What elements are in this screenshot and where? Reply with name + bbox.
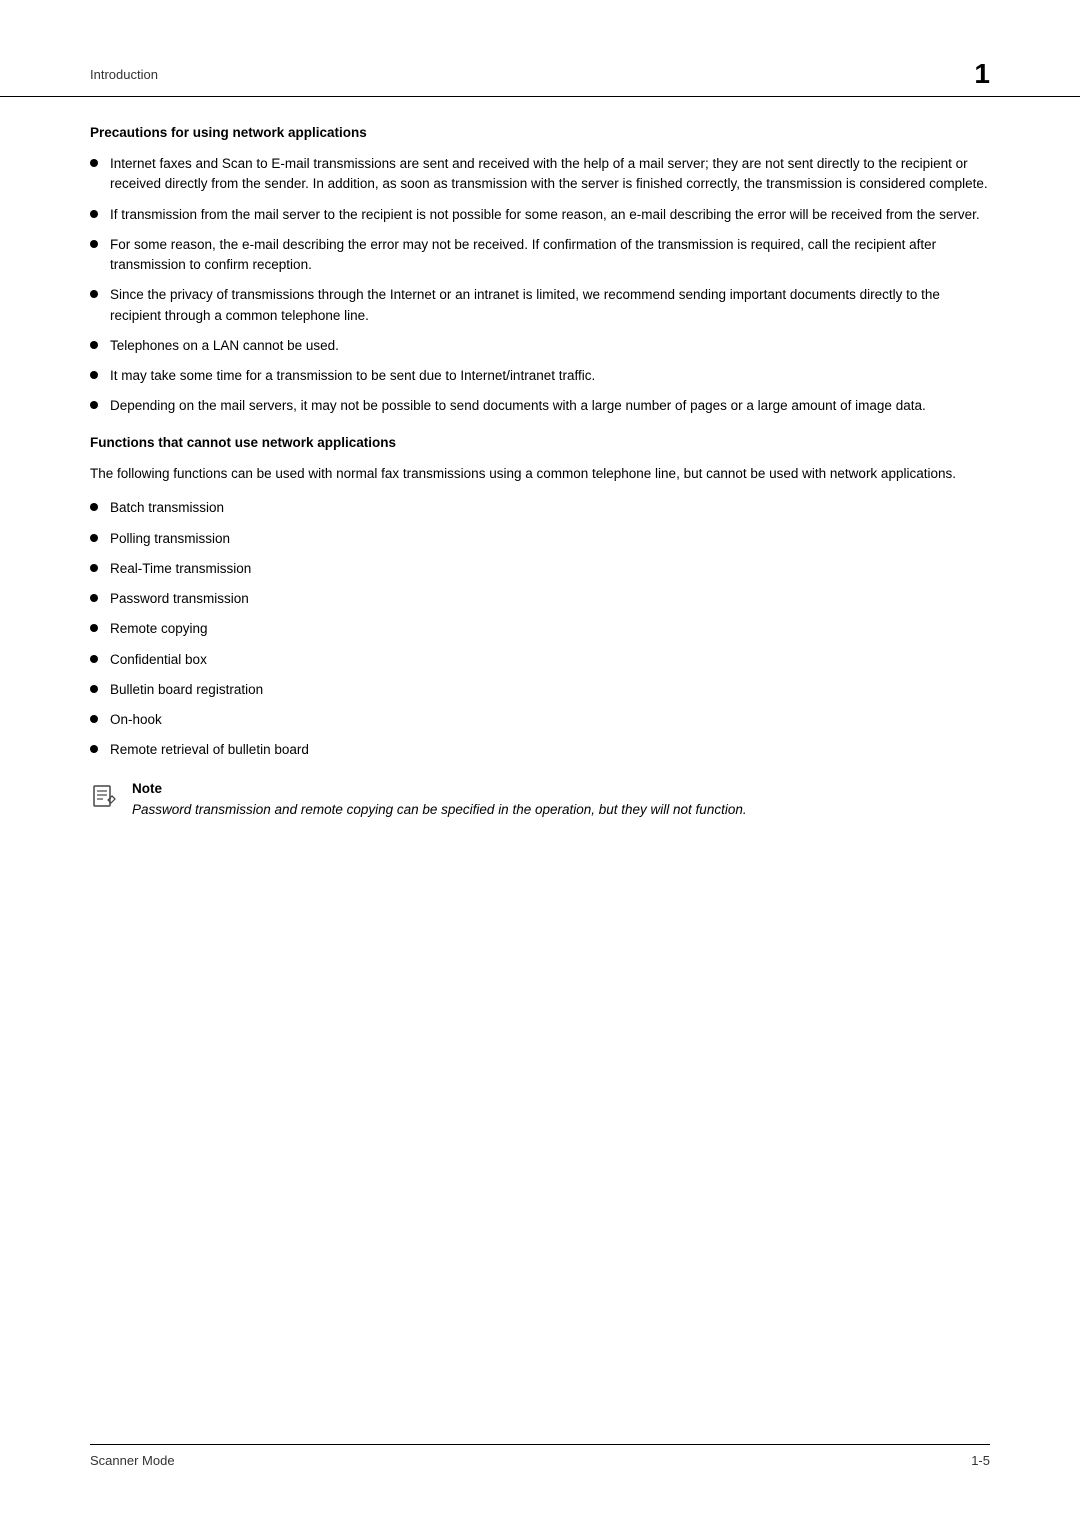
header-section-label: Introduction: [90, 67, 158, 82]
list-item-text: Bulletin board registration: [110, 680, 990, 700]
list-item: Internet faxes and Scan to E-mail transm…: [90, 154, 990, 195]
main-content: Precautions for using network applicatio…: [0, 125, 1080, 820]
page-header: Introduction 1: [0, 0, 1080, 97]
note-section: Note Password transmission and remote co…: [90, 781, 990, 820]
bullet-icon: [90, 594, 98, 602]
bullet-icon: [90, 534, 98, 542]
list-item-text: Batch transmission: [110, 498, 990, 518]
list-item-text: Polling transmission: [110, 529, 990, 549]
list-item-text: For some reason, the e-mail describing t…: [110, 235, 990, 276]
list-item-text: On-hook: [110, 710, 990, 730]
list-item-text: Telephones on a LAN cannot be used.: [110, 336, 990, 356]
list-item: Since the privacy of transmissions throu…: [90, 285, 990, 326]
bullet-icon: [90, 371, 98, 379]
list-item-text: Remote retrieval of bulletin board: [110, 740, 990, 760]
bullet-icon: [90, 655, 98, 663]
functions-title: Functions that cannot use network applic…: [90, 435, 990, 450]
bullet-icon: [90, 503, 98, 511]
list-item: For some reason, the e-mail describing t…: [90, 235, 990, 276]
list-item-text: Confidential box: [110, 650, 990, 670]
bullet-icon: [90, 240, 98, 248]
bullet-icon: [90, 401, 98, 409]
header-page-number: 1: [974, 60, 990, 88]
footer-left: Scanner Mode: [90, 1453, 175, 1468]
functions-section: Functions that cannot use network applic…: [90, 435, 990, 761]
list-item: Batch transmission: [90, 498, 990, 518]
bullet-icon: [90, 624, 98, 632]
precautions-section: Precautions for using network applicatio…: [90, 125, 990, 417]
note-pencil-icon: [90, 781, 118, 811]
note-text: Password transmission and remote copying…: [132, 800, 990, 820]
list-item-text: Since the privacy of transmissions throu…: [110, 285, 990, 326]
list-item-text: If transmission from the mail server to …: [110, 205, 990, 225]
bullet-icon: [90, 341, 98, 349]
list-item: Bulletin board registration: [90, 680, 990, 700]
list-item-text: Depending on the mail servers, it may no…: [110, 396, 990, 416]
list-item: Remote copying: [90, 619, 990, 639]
list-item: Confidential box: [90, 650, 990, 670]
list-item: It may take some time for a transmission…: [90, 366, 990, 386]
list-item: Depending on the mail servers, it may no…: [90, 396, 990, 416]
list-item: Telephones on a LAN cannot be used.: [90, 336, 990, 356]
bullet-icon: [90, 159, 98, 167]
precautions-title: Precautions for using network applicatio…: [90, 125, 990, 140]
list-item: Remote retrieval of bulletin board: [90, 740, 990, 760]
bullet-icon: [90, 290, 98, 298]
bullet-icon: [90, 210, 98, 218]
bullet-icon: [90, 564, 98, 572]
list-item: On-hook: [90, 710, 990, 730]
page-footer: Scanner Mode 1-5: [90, 1444, 990, 1468]
bullet-icon: [90, 715, 98, 723]
functions-intro: The following functions can be used with…: [90, 464, 990, 485]
list-item-text: Remote copying: [110, 619, 990, 639]
note-content: Note Password transmission and remote co…: [132, 781, 990, 820]
bullet-icon: [90, 745, 98, 753]
list-item: Password transmission: [90, 589, 990, 609]
note-label: Note: [132, 781, 990, 796]
list-item: If transmission from the mail server to …: [90, 205, 990, 225]
precautions-list: Internet faxes and Scan to E-mail transm…: [90, 154, 990, 417]
list-item-text: Real-Time transmission: [110, 559, 990, 579]
list-item: Real-Time transmission: [90, 559, 990, 579]
functions-list: Batch transmission Polling transmission …: [90, 498, 990, 760]
bullet-icon: [90, 685, 98, 693]
list-item: Polling transmission: [90, 529, 990, 549]
list-item-text: Password transmission: [110, 589, 990, 609]
list-item-text: It may take some time for a transmission…: [110, 366, 990, 386]
page: Introduction 1 Precautions for using net…: [0, 0, 1080, 1528]
footer-right: 1-5: [971, 1453, 990, 1468]
list-item-text: Internet faxes and Scan to E-mail transm…: [110, 154, 990, 195]
